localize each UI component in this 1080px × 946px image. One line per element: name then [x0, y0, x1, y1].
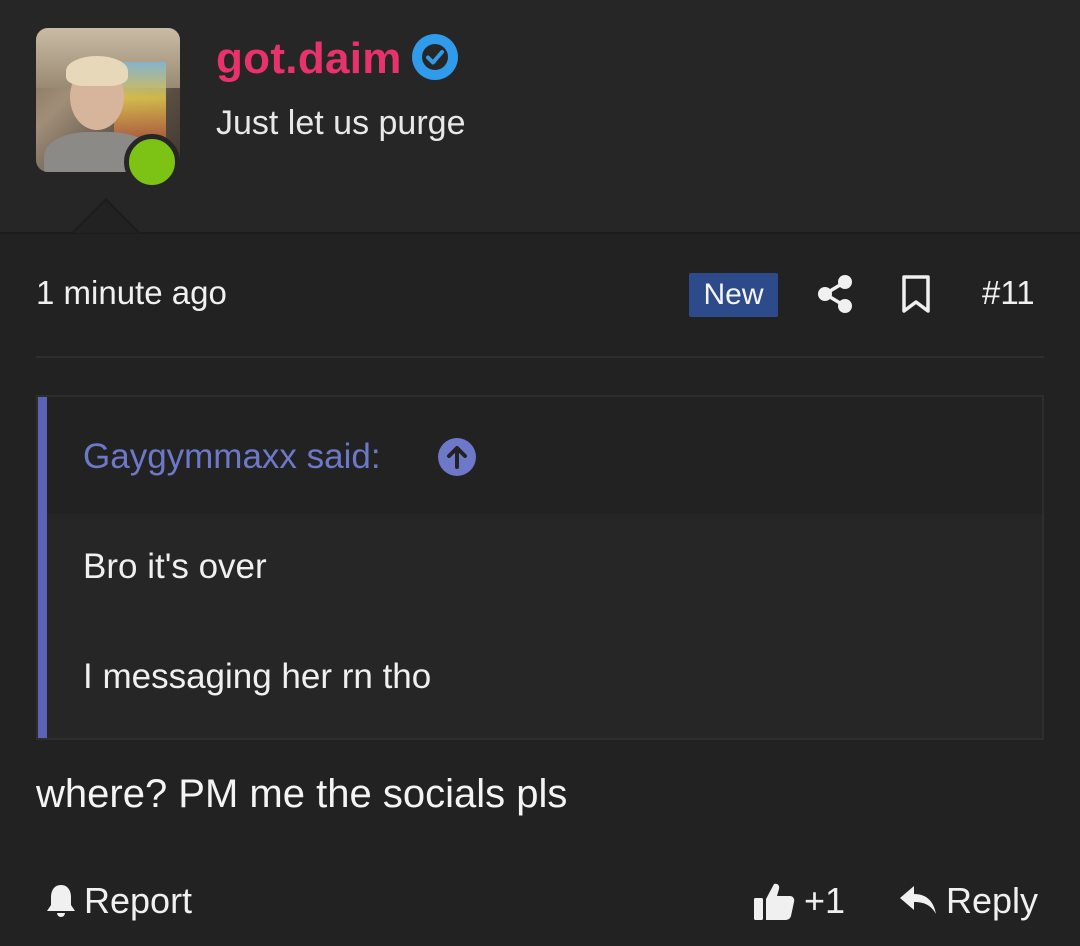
online-status-indicator — [124, 134, 180, 190]
quote-text-line: Bro it's over — [83, 547, 267, 586]
verified-icon — [412, 34, 458, 80]
quote-text-line: I messaging her rn tho — [83, 657, 432, 696]
avatar-hair — [66, 56, 128, 86]
report-button[interactable]: Report — [44, 878, 192, 924]
report-label: Report — [84, 880, 193, 921]
user-header: got.daim Just let us purge — [0, 0, 1080, 234]
post-number-link[interactable]: #11 — [982, 274, 1035, 312]
reply-button[interactable]: Reply — [898, 878, 1038, 924]
username-link[interactable]: got.daim — [216, 34, 402, 84]
post-timestamp[interactable]: 1 minute ago — [36, 274, 227, 312]
quote-author-link[interactable]: Gaygymmaxx said: — [83, 437, 381, 477]
bookmark-icon[interactable] — [900, 274, 932, 314]
like-button[interactable]: +1 — [752, 878, 845, 924]
divider — [36, 356, 1044, 358]
like-count: +1 — [804, 880, 846, 921]
thumbs-up-icon — [754, 883, 795, 920]
user-title: Just let us purge — [216, 104, 466, 142]
reply-icon — [900, 886, 936, 914]
new-badge: New — [689, 273, 778, 317]
bell-icon — [47, 885, 75, 917]
quote-accent-bar — [38, 397, 47, 738]
quote-header: Gaygymmaxx said: — [47, 397, 1042, 514]
quote-jump-arrow-icon[interactable] — [437, 437, 477, 477]
post-body: where? PM me the socials pls — [36, 772, 568, 816]
reply-label: Reply — [946, 880, 1039, 921]
quote-block: Gaygymmaxx said: Bro it's over I messagi… — [36, 395, 1044, 740]
header-pointer — [72, 198, 140, 233]
share-icon[interactable] — [816, 274, 854, 314]
